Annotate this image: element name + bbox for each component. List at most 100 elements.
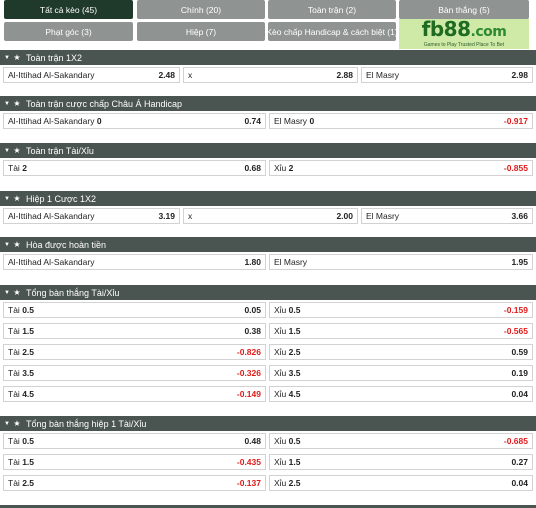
market-header[interactable]: ▼ ★ Toàn trận Tài/Xỉu [0,143,536,158]
odds-row: Tài 0.5 0.48 Xỉu 0.5 -0.685 [3,433,533,449]
chevron-down-icon[interactable]: ▼ [2,55,12,61]
odds-cell[interactable]: Al-Ittihad Al-Sakandary 0 0.74 [3,113,266,129]
selection-name: Al-Ittihad Al-Sakandary [8,70,95,80]
tab-all[interactable]: Tất cả kèo (45) [4,0,133,19]
odds-cell[interactable]: Al-Ittihad Al-Sakandary 3.19 [3,208,180,224]
chevron-down-icon[interactable]: ▼ [2,148,12,154]
odds-cell[interactable]: Xỉu 2.5 0.59 [269,344,533,360]
odds-cell[interactable]: Xỉu 0.5 -0.685 [269,433,533,449]
selection-label: Tài 0.5 [8,305,244,315]
market-header[interactable]: ▼ ★ Toàn trận cược chấp Châu Á Handicap [0,96,536,111]
star-icon[interactable]: ★ [12,194,22,203]
selection-name: Al-Ittihad Al-Sakandary [8,211,95,221]
handicap-line: 2.5 [288,347,301,357]
selection-name: Tài [8,347,20,357]
star-icon[interactable]: ★ [12,53,22,62]
odds-value: 0.68 [244,163,261,173]
odds-cell[interactable]: Tài 2.5 -0.137 [3,475,266,491]
odds-cell[interactable]: x 2.88 [183,67,358,83]
market-header[interactable]: ▼ ★ Tổng bàn thắng hiệp 1 Tài/Xỉu [0,416,536,431]
odds-cell[interactable]: El Masry 1.95 [269,254,533,270]
selection-label: Tài 3.5 [8,368,237,378]
market-header[interactable]: ▼ ★ Hòa được hoàn tiền [0,237,536,252]
star-icon[interactable]: ★ [12,288,22,297]
selection-label: Al-Ittihad Al-Sakandary [8,70,158,80]
odds-cell[interactable]: Xỉu 3.5 0.19 [269,365,533,381]
odds-cell[interactable]: El Masry 2.98 [361,67,533,83]
odds-value: -0.137 [236,478,261,488]
handicap-line: 2.5 [22,347,35,357]
odds-cell[interactable]: Tài 0.5 0.48 [3,433,266,449]
handicap-line: 4.5 [22,389,35,399]
odds-cell[interactable]: Tài 1.5 -0.435 [3,454,266,470]
selection-name: Xỉu [274,347,287,357]
selection-label: Xỉu 2.5 [274,347,511,357]
odds-cell[interactable]: Xỉu 1.5 -0.565 [269,323,533,339]
odds-value: 1.80 [244,257,261,267]
tab-corners[interactable]: Phạt góc (3) [4,22,133,41]
odds-cell[interactable]: Al-Ittihad Al-Sakandary 1.80 [3,254,266,270]
odds-cell[interactable]: Xỉu 4.5 0.04 [269,386,533,402]
chevron-down-icon[interactable]: ▼ [2,101,12,107]
odds-value: -0.326 [236,368,261,378]
selection-label: Xỉu 3.5 [274,368,511,378]
handicap-line: 1.5 [22,457,35,467]
selection-name: Xỉu [274,457,287,467]
selection-name: Xỉu [274,389,287,399]
market-header[interactable]: ▼ ★ Hiệp 1 Cược 1X2 [0,191,536,206]
tab-half[interactable]: Hiệp (7) [137,22,265,41]
market-title: Tổng bàn thắng Tài/Xỉu [26,287,120,298]
odds-cell[interactable]: Xỉu 1.5 0.27 [269,454,533,470]
odds-cell[interactable]: Tài 1.5 0.38 [3,323,266,339]
market-header[interactable]: ▼ ★ Toàn trận 1X2 [0,50,536,65]
odds-cell[interactable]: x 2.00 [183,208,358,224]
odds-cell[interactable]: Xỉu 2 -0.855 [269,160,533,176]
odds-cell[interactable]: El Masry 3.66 [361,208,533,224]
star-icon[interactable]: ★ [12,146,22,155]
selection-name: Al-Ittihad Al-Sakandary [8,257,95,267]
selection-name: x [188,70,193,80]
star-icon[interactable]: ★ [12,240,22,249]
chevron-down-icon[interactable]: ▼ [2,421,12,427]
odds-cell[interactable]: Tài 0.5 0.05 [3,302,266,318]
odds-row: Tài 4.5 -0.149 Xỉu 4.5 0.04 [3,386,533,402]
market-title: Tổng bàn thắng hiệp 1 Tài/Xỉu [26,418,147,429]
odds-row: Al-Ittihad Al-Sakandary 3.19 x 2.00 El Masry… [3,208,533,224]
odds-row: Tài 1.5 0.38 Xỉu 1.5 -0.565 [3,323,533,339]
logo-wordmark: fb88.com [421,17,507,41]
chevron-down-icon[interactable]: ▼ [2,290,12,296]
market-filter-tabs: Tất cả kèo (45) Chính (20) Toàn trận (2)… [0,0,536,49]
chevron-down-icon[interactable]: ▼ [2,242,12,248]
odds-cell[interactable]: Tài 3.5 -0.326 [3,365,266,381]
star-icon[interactable]: ★ [12,99,22,108]
selection-name: Tài [8,457,20,467]
odds-cell[interactable]: Tài 4.5 -0.149 [3,386,266,402]
odds-cell[interactable]: Xỉu 2.5 0.04 [269,475,533,491]
market-header[interactable]: ▼ ★ Tổng bàn thắng Tài/Xỉu [0,285,536,300]
odds-value: 0.05 [244,305,261,315]
odds-cell[interactable]: Xỉu 0.5 -0.159 [269,302,533,318]
fb88-logo[interactable]: fb88.com Games to Play Trusted Place To … [399,19,529,49]
selection-name: x [188,211,193,221]
tab-main[interactable]: Chính (20) [137,0,265,19]
odds-cell[interactable]: Tài 2 0.68 [3,160,266,176]
selection-label: Al-Ittihad Al-Sakandary 0 [8,116,244,126]
chevron-down-icon[interactable]: ▼ [2,196,12,202]
selection-label: El Masry 0 [274,116,504,126]
tab-handicap[interactable]: Kèo chấp Handicap & cách biệt (1) [266,22,398,41]
odds-value: -0.917 [503,116,528,126]
star-icon[interactable]: ★ [12,419,22,428]
selection-label: Tài 2.5 [8,478,237,488]
selection-name: Tài [8,163,20,173]
odds-value: 3.66 [511,211,528,221]
selection-label: El Masry [366,211,511,221]
selection-label: Tài 1.5 [8,326,244,336]
handicap-line: 3.5 [22,368,35,378]
odds-cell[interactable]: El Masry 0 -0.917 [269,113,533,129]
odds-row: Tài 2.5 -0.137 Xỉu 2.5 0.04 [3,475,533,491]
tab-full-match[interactable]: Toàn trận (2) [268,0,396,19]
odds-cell[interactable]: Tài 2.5 -0.826 [3,344,266,360]
odds-value: 0.48 [244,436,261,446]
selection-label: Tài 2 [8,163,244,173]
odds-cell[interactable]: Al-Ittihad Al-Sakandary 2.48 [3,67,180,83]
